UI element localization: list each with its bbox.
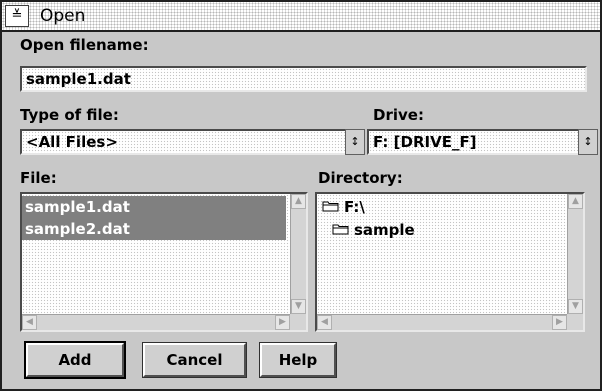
file-horizontal-scrollbar[interactable]: ◀ ▶ — [22, 314, 290, 330]
scroll-up-icon[interactable]: ▲ — [568, 194, 583, 209]
file-item[interactable]: sample1.dat — [22, 196, 286, 218]
scroll-down-icon[interactable]: ▼ — [568, 299, 583, 314]
window-title: Open — [40, 6, 86, 26]
file-label: File: — [20, 169, 57, 187]
scroll-left-icon[interactable]: ◀ — [22, 315, 37, 330]
directory-label: Directory: — [318, 169, 403, 187]
scroll-right-icon[interactable]: ▶ — [552, 315, 567, 330]
scroll-left-icon[interactable]: ◀ — [317, 315, 332, 330]
help-button[interactable]: Help — [259, 342, 337, 378]
file-vertical-scrollbar[interactable]: ▲ ▼ — [290, 194, 306, 314]
file-item[interactable]: sample2.dat — [22, 218, 286, 240]
cancel-button[interactable]: Cancel — [142, 342, 247, 378]
scroll-right-icon[interactable]: ▶ — [275, 315, 290, 330]
directory-horizontal-scrollbar[interactable]: ◀ ▶ — [317, 314, 567, 330]
drive-dropdown-icon[interactable]: ↕ — [578, 129, 598, 155]
drive-select[interactable]: F: [DRIVE_F] — [367, 129, 580, 155]
directory-item[interactable]: F:\ — [341, 196, 365, 218]
title-bar[interactable]: ≚ Open — [2, 2, 600, 32]
scroll-corner — [567, 314, 583, 330]
scroll-corner — [290, 314, 306, 330]
open-dialog: ≚ Open Open filename: sample1.dat Type o… — [0, 0, 602, 391]
drive-label: Drive: — [373, 106, 424, 124]
scroll-up-icon[interactable]: ▲ — [291, 194, 306, 209]
directory-listbox[interactable]: F:\ sample ▲ ▼ ◀ ▶ — [315, 192, 585, 332]
file-listbox[interactable]: sample1.dat sample2.dat ▲ ▼ ◀ ▶ — [20, 192, 308, 332]
type-of-file-dropdown-icon[interactable]: ↕ — [345, 129, 365, 155]
open-filename-label: Open filename: — [20, 36, 149, 54]
type-of-file-label: Type of file: — [20, 106, 119, 124]
folder-icon — [322, 201, 339, 212]
type-of-file-select[interactable]: <All Files> — [20, 129, 347, 155]
folder-icon — [332, 224, 349, 235]
directory-vertical-scrollbar[interactable]: ▲ ▼ — [567, 194, 583, 314]
scroll-down-icon[interactable]: ▼ — [291, 299, 306, 314]
open-filename-input[interactable]: sample1.dat — [20, 66, 587, 92]
directory-item[interactable]: sample — [351, 219, 415, 241]
add-button[interactable]: Add — [24, 341, 126, 379]
system-menu-icon[interactable]: ≚ — [5, 5, 29, 27]
